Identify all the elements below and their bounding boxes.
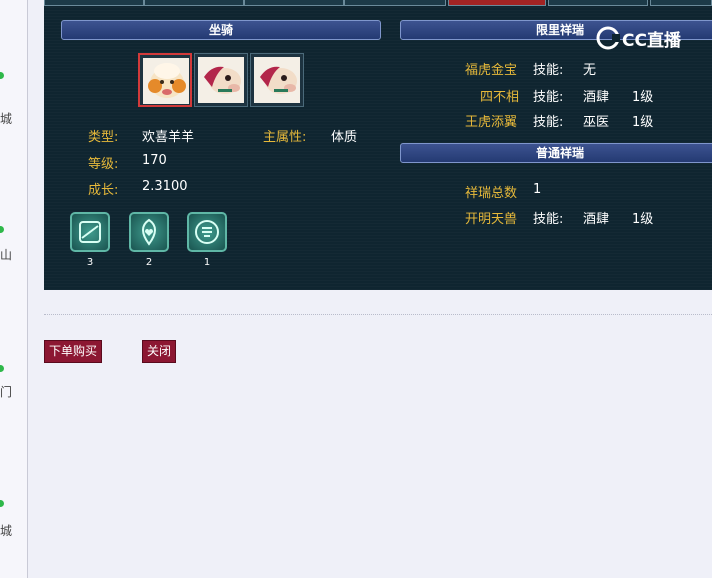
cc-logo-icon xyxy=(596,26,620,50)
limited-level: 1级 xyxy=(632,90,654,105)
limited-skill: 无 xyxy=(583,63,597,78)
tab[interactable] xyxy=(344,0,446,6)
tab[interactable] xyxy=(548,0,648,6)
level-label: 等级: xyxy=(88,157,119,172)
sidebar-item-label: 城 xyxy=(0,112,13,126)
tab[interactable] xyxy=(244,0,344,6)
online-status-icon xyxy=(0,226,4,233)
skill-seal-icon[interactable] xyxy=(187,212,227,252)
limited-name: 四不相 xyxy=(480,90,520,105)
skill-seal-glyph xyxy=(195,220,219,244)
skill-count: 1 xyxy=(203,257,211,268)
tab-strip xyxy=(44,0,712,6)
growth-label: 成长: xyxy=(88,183,119,198)
horse-mount-icon xyxy=(198,57,244,103)
mount-section-header: 坐骑 xyxy=(61,20,381,40)
limited-skill-label: 技能: xyxy=(533,63,564,78)
sidebar-item[interactable]: 城 xyxy=(0,500,28,538)
close-button[interactable]: 关闭 xyxy=(142,340,177,363)
type-label: 类型: xyxy=(88,130,119,145)
mount-slot[interactable] xyxy=(194,53,248,107)
sidebar-item[interactable]: 门 xyxy=(0,365,28,399)
level-value: 170 xyxy=(142,153,167,168)
limited-level: 1级 xyxy=(632,115,654,130)
order-button[interactable]: 下单购买 xyxy=(44,340,103,363)
sidebar-item-label: 山 xyxy=(0,248,13,262)
mount-slot[interactable] xyxy=(250,53,304,107)
tab-active[interactable] xyxy=(448,0,546,6)
tab[interactable] xyxy=(44,0,144,6)
tab[interactable] xyxy=(144,0,244,6)
skill-heart-glyph xyxy=(142,218,156,246)
online-status-icon xyxy=(0,365,4,372)
growth-value: 2.3100 xyxy=(142,179,188,194)
sheep-mount-icon xyxy=(143,58,189,104)
sidebar-item[interactable]: 山 xyxy=(0,226,28,262)
skill-scroll-glyph xyxy=(79,221,101,243)
tab[interactable] xyxy=(650,0,712,6)
normal-name: 开明天兽 xyxy=(465,212,518,227)
sidebar-item-label: 门 xyxy=(0,385,13,399)
skill-count: 3 xyxy=(86,257,94,268)
limited-name: 福虎金宝 xyxy=(465,63,518,78)
normal-skill: 酒肆 xyxy=(583,212,610,227)
normal-level: 1级 xyxy=(632,212,654,227)
watermark-text: CC直播 xyxy=(622,31,681,51)
normal-section-header: 普通祥瑞 xyxy=(400,143,712,163)
main-attr-label: 主属性: xyxy=(263,130,307,145)
normal-total-value: 1 xyxy=(533,182,542,197)
limited-skill-label: 技能: xyxy=(533,90,564,105)
section-divider xyxy=(44,314,712,315)
limited-skill-label: 技能: xyxy=(533,115,564,130)
sidebar-item[interactable]: 城 xyxy=(0,72,28,126)
limited-name: 王虎添翼 xyxy=(465,115,518,130)
skill-heart-icon[interactable] xyxy=(129,212,169,252)
cc-live-watermark: CC直播 xyxy=(596,26,692,51)
limited-skill: 巫医 xyxy=(583,115,610,130)
main-attr-value: 体质 xyxy=(331,130,358,145)
mount-slot-selected[interactable] xyxy=(138,53,192,107)
normal-skill-label: 技能: xyxy=(533,212,564,227)
left-sidebar: 城 山 门 城 xyxy=(0,0,28,578)
online-status-icon xyxy=(0,72,4,79)
sidebar-item-label: 城 xyxy=(0,524,13,538)
horse-mount-icon xyxy=(254,57,300,103)
type-value: 欢喜羊羊 xyxy=(142,130,195,145)
limited-skill: 酒肆 xyxy=(583,90,610,105)
online-status-icon xyxy=(0,500,4,507)
skill-scroll-icon[interactable] xyxy=(70,212,110,252)
normal-total-label: 祥瑞总数 xyxy=(465,186,518,201)
skill-count: 2 xyxy=(145,257,153,268)
